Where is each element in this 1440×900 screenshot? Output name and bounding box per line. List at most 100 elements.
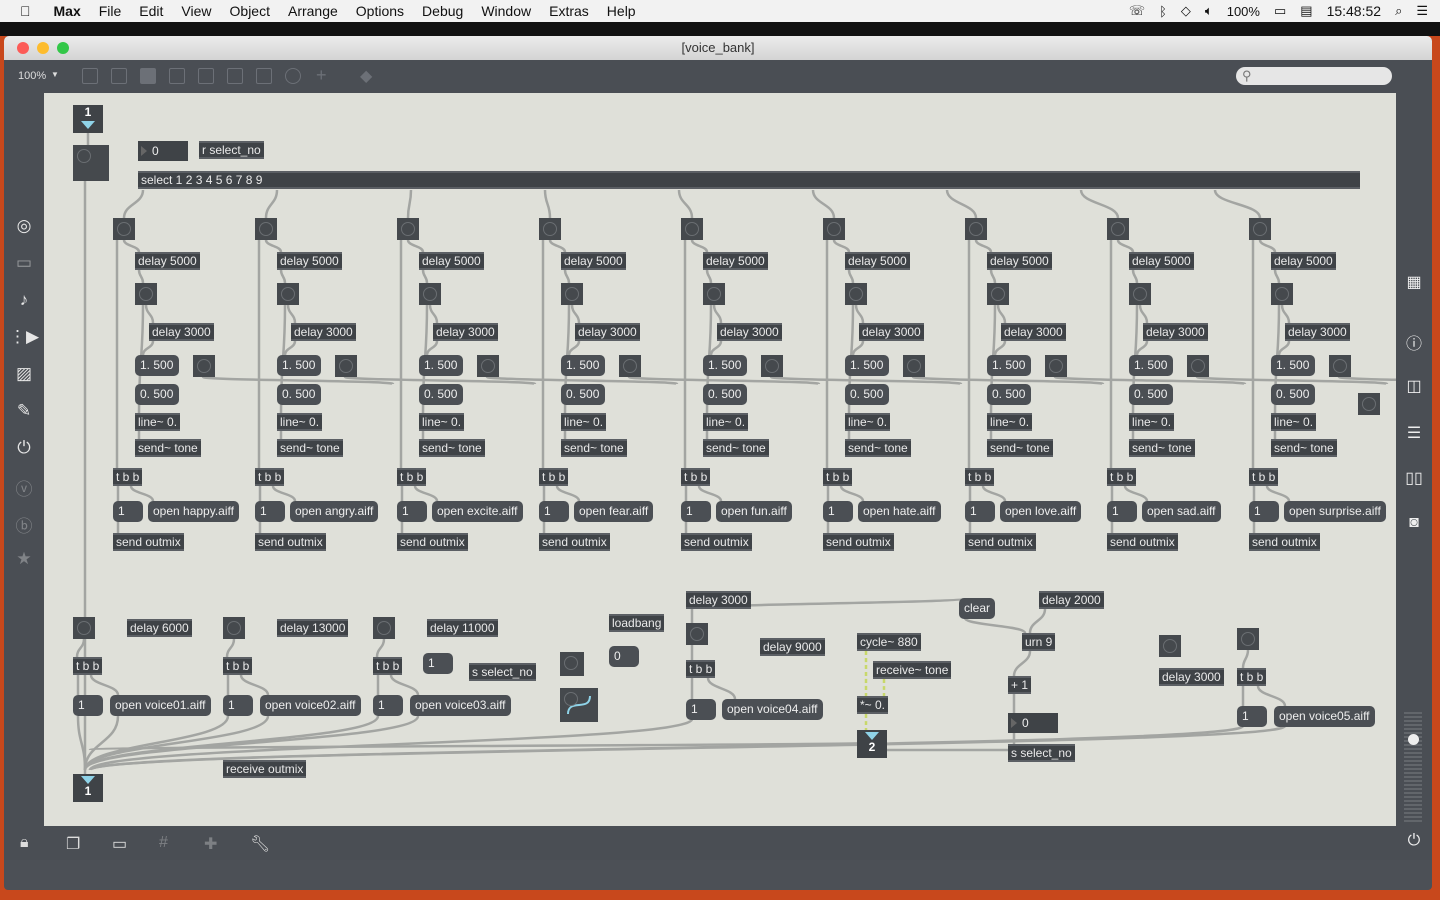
voice5-open-message[interactable]: open voice05.aiff bbox=[1274, 706, 1375, 727]
minimize-button[interactable] bbox=[37, 42, 49, 54]
voice-open-message[interactable]: open voice01.aiff bbox=[110, 695, 211, 716]
b-icon[interactable]: ⓑ bbox=[4, 512, 44, 537]
phone-icon[interactable]: ☏ bbox=[1129, 3, 1145, 19]
clear-message[interactable]: clear bbox=[959, 598, 996, 619]
notification-icon[interactable]: ☰ bbox=[1416, 3, 1428, 19]
counter-number-box[interactable]: 0 bbox=[1008, 713, 1058, 733]
new-message-icon[interactable] bbox=[111, 68, 127, 84]
patch-cord[interactable] bbox=[129, 485, 155, 502]
line-object[interactable]: line~ 0. bbox=[277, 413, 323, 431]
v-icon[interactable]: ⓥ bbox=[4, 475, 44, 500]
video-icon[interactable]: ⋮▶ bbox=[4, 327, 44, 347]
send-outmix[interactable]: send outmix bbox=[539, 533, 610, 551]
voice-button[interactable] bbox=[373, 617, 395, 639]
ramp-down-message[interactable]: 0. 500 bbox=[135, 384, 179, 405]
patch-cord[interactable] bbox=[225, 638, 236, 658]
main-button[interactable] bbox=[73, 145, 109, 181]
grid-icon[interactable]: ▦ bbox=[1396, 272, 1432, 292]
delay-5000[interactable]: delay 5000 bbox=[277, 252, 342, 270]
delay-3000[interactable]: delay 3000 bbox=[1001, 323, 1066, 341]
receive-outmix[interactable]: receive outmix bbox=[223, 760, 307, 778]
patch-cord[interactable] bbox=[1258, 239, 1277, 253]
one-message[interactable]: 1 bbox=[965, 501, 995, 522]
ramp-up-message[interactable]: 1. 500 bbox=[703, 355, 747, 376]
delay-button[interactable] bbox=[1129, 283, 1151, 305]
ramp-down-message[interactable]: 0. 500 bbox=[987, 384, 1031, 405]
inlet-1[interactable]: 1 bbox=[73, 105, 103, 133]
select-object[interactable]: select 1 2 3 4 5 6 7 8 9 bbox=[138, 171, 1360, 189]
cycle-880[interactable]: cycle~ 880 bbox=[857, 633, 921, 651]
dial-icon[interactable] bbox=[285, 68, 301, 84]
columns-icon[interactable]: ◫ bbox=[1396, 376, 1432, 396]
patch-cord[interactable] bbox=[1131, 269, 1139, 284]
patch-cord[interactable] bbox=[1277, 340, 1291, 356]
voice5-trigger[interactable]: t b b bbox=[1237, 668, 1267, 686]
patch-cord[interactable] bbox=[548, 239, 567, 253]
column-button[interactable] bbox=[1249, 218, 1271, 240]
patch-cord[interactable] bbox=[963, 616, 1027, 635]
voice-delay[interactable]: delay 11000 bbox=[427, 619, 498, 637]
delay-3000[interactable]: delay 3000 bbox=[291, 323, 356, 341]
line-object[interactable]: line~ 0. bbox=[135, 413, 181, 431]
voice-open-message[interactable]: open voice03.aiff bbox=[410, 695, 511, 716]
column-button[interactable] bbox=[1107, 218, 1129, 240]
delay-3000[interactable]: delay 3000 bbox=[717, 323, 782, 341]
delay-button[interactable] bbox=[845, 283, 867, 305]
column-button[interactable] bbox=[397, 218, 419, 240]
send-outmix[interactable]: send outmix bbox=[1107, 533, 1178, 551]
patch-cord[interactable] bbox=[981, 485, 1007, 502]
one-message[interactable]: 1 bbox=[1107, 501, 1137, 522]
patch-cord[interactable] bbox=[543, 189, 552, 219]
delay-3000[interactable]: delay 3000 bbox=[149, 323, 214, 341]
delay-5000[interactable]: delay 5000 bbox=[1129, 252, 1194, 270]
column-button-2[interactable] bbox=[335, 355, 357, 377]
delay-button[interactable] bbox=[1271, 283, 1293, 305]
ramp-down-message[interactable]: 0. 500 bbox=[845, 384, 889, 405]
presentation-icon[interactable]: ▭ bbox=[112, 834, 127, 854]
one-message[interactable]: 1 bbox=[1249, 501, 1279, 522]
select-number-box[interactable]: 0 bbox=[138, 141, 188, 161]
delay-button[interactable] bbox=[135, 283, 157, 305]
one-message[interactable]: 1 bbox=[255, 501, 285, 522]
voice5-button[interactable] bbox=[1237, 628, 1259, 650]
patch-cord[interactable] bbox=[89, 674, 120, 696]
trigger-tbb[interactable]: t b b bbox=[397, 468, 427, 486]
battery-icon[interactable]: ▭ bbox=[1274, 3, 1286, 19]
delay-5000[interactable]: delay 5000 bbox=[135, 252, 200, 270]
voice4-button[interactable] bbox=[686, 623, 708, 645]
column-button-2[interactable] bbox=[193, 355, 215, 377]
line-object[interactable]: line~ 0. bbox=[1271, 413, 1317, 431]
voice-delay[interactable]: delay 6000 bbox=[127, 619, 192, 637]
ramp-up-message[interactable]: 1. 500 bbox=[1271, 355, 1315, 376]
function-curve[interactable] bbox=[560, 688, 598, 722]
patch-cord[interactable] bbox=[989, 269, 997, 284]
patch-cord[interactable] bbox=[122, 189, 145, 219]
patch-cord[interactable] bbox=[847, 269, 855, 284]
patch-cord[interactable] bbox=[406, 239, 425, 253]
line-object[interactable]: line~ 0. bbox=[419, 413, 465, 431]
ramp-down-message[interactable]: 0. 500 bbox=[1129, 384, 1173, 405]
one-message[interactable]: 1 bbox=[539, 501, 569, 522]
menu-options[interactable]: Options bbox=[356, 3, 404, 19]
voice-button[interactable] bbox=[223, 617, 245, 639]
trigger-tbb[interactable]: t b b bbox=[1107, 468, 1137, 486]
spotlight-icon[interactable]: ⌕ bbox=[1395, 3, 1402, 19]
menu-object[interactable]: Object bbox=[230, 3, 270, 19]
patch-cord[interactable] bbox=[974, 239, 993, 253]
column-button-2[interactable] bbox=[1045, 355, 1067, 377]
column-button-2[interactable] bbox=[1329, 355, 1351, 377]
delay-3000[interactable]: delay 3000 bbox=[1143, 323, 1208, 341]
delay-9000[interactable]: delay 9000 bbox=[760, 638, 825, 656]
patch-cord[interactable] bbox=[283, 340, 297, 356]
one-message[interactable]: 1 bbox=[823, 501, 853, 522]
patch-cord[interactable] bbox=[1123, 485, 1149, 502]
trigger-tbb[interactable]: t b b bbox=[823, 468, 853, 486]
patch-cord[interactable] bbox=[1256, 685, 1287, 707]
patch-cord[interactable] bbox=[1028, 608, 1047, 634]
clock[interactable]: 15:48:52 bbox=[1327, 3, 1382, 19]
send-tone[interactable]: send~ tone bbox=[1271, 439, 1337, 457]
column-button[interactable] bbox=[255, 218, 277, 240]
lock-icon[interactable]: 🔒︎ bbox=[20, 834, 29, 852]
flag-icon[interactable]: ▤ bbox=[1300, 3, 1312, 19]
trigger-tbb[interactable]: t b b bbox=[113, 468, 143, 486]
